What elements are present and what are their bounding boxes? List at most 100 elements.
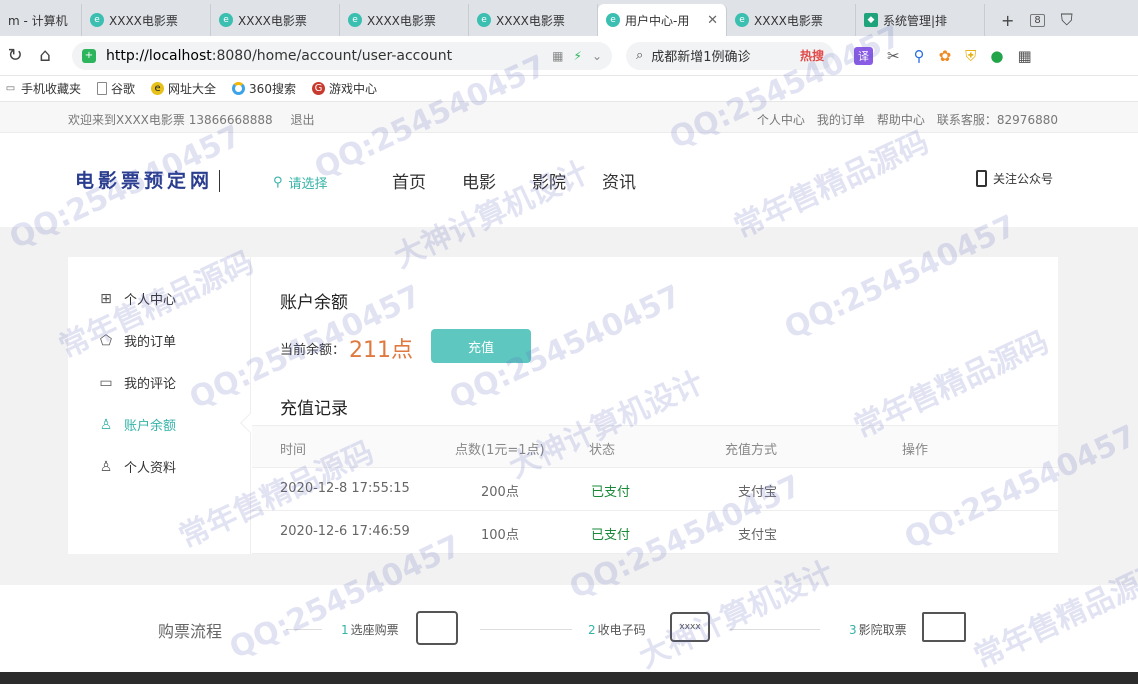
url-text[interactable]: http://localhost:8080/home/account/user-…: [106, 48, 542, 64]
site-logo[interactable]: 电影票预定网: [75, 170, 221, 192]
chevron-down-icon[interactable]: ⌄: [592, 49, 602, 63]
table-header: 时间 点数(1元=1点) 状态 充值方式 操作: [252, 425, 1058, 468]
bookmark-label: 谷歌: [111, 82, 136, 96]
shield-coin-icon[interactable]: ⛨: [965, 47, 976, 65]
seat-icon: [416, 611, 458, 645]
location-pin-icon: ⚲: [273, 175, 283, 190]
tab-count[interactable]: 8: [1030, 13, 1045, 27]
browser-tab[interactable]: m - 计算机: [0, 4, 82, 36]
sidebar-item-comments[interactable]: ▭ 我的评论: [98, 373, 176, 393]
bookmark-item[interactable]: 谷歌: [97, 80, 135, 97]
row-points: 100点: [481, 528, 519, 543]
site-favicon-icon: e: [606, 13, 620, 27]
apps-grid-icon[interactable]: ▦: [1018, 47, 1032, 65]
new-tab-icon[interactable]: +: [1001, 11, 1014, 30]
shirt-icon[interactable]: ⛉: [1061, 10, 1073, 30]
nav-home[interactable]: 首页: [392, 168, 426, 193]
search-suggestion[interactable]: 成都新增1例确诊: [651, 46, 750, 65]
recharge-button[interactable]: 充值: [431, 329, 531, 363]
game-icon: G: [311, 82, 325, 95]
sidebar-item-orders[interactable]: ⬠ 我的订单: [98, 331, 177, 351]
welcome-text: 欢迎来到XXXX电影票 13866668888: [68, 113, 273, 127]
gamepad-icon[interactable]: ✿: [939, 47, 952, 65]
e-code-icon: xxxx: [670, 612, 710, 642]
balance-amount: 211点: [349, 338, 414, 363]
col-time: 时间: [280, 443, 307, 458]
wallet-icon: ♙: [99, 416, 113, 433]
refresh-icon[interactable]: ↻: [0, 45, 30, 66]
top-link-help[interactable]: 帮助中心: [877, 111, 925, 128]
top-link-service: 联系客服：82976880: [936, 113, 1058, 127]
row-status: 已支付: [591, 485, 631, 500]
tab-tools: + 8 ⛉: [985, 10, 1073, 36]
search-icon: ⌕: [636, 48, 644, 63]
balance-panel: 账户余额 当前余额： 211点 充值 充值记录 时间 点数(1元=1点) 状态 …: [252, 257, 1058, 554]
browser-tab-active[interactable]: e 用户中心-用 ✕: [598, 4, 727, 36]
url-bar[interactable]: + http://localhost:8080/home/account/use…: [72, 41, 612, 70]
browser-tab[interactable]: e XXXX电影票: [469, 4, 598, 36]
tab-label: 用户中心-用: [625, 13, 690, 28]
scissors-icon[interactable]: ✂: [887, 47, 900, 65]
tab-label: XXXX电影票: [109, 13, 178, 28]
row-points: 200点: [481, 485, 519, 500]
row-method: 支付宝: [738, 485, 778, 500]
bookmark-item[interactable]: 360搜索: [232, 80, 296, 97]
top-link-user-center[interactable]: 个人中心: [757, 111, 805, 128]
col-action: 操作: [902, 443, 929, 458]
secure-shield-icon: +: [82, 48, 96, 63]
grid-icon: ⊞: [100, 290, 112, 307]
lightning-icon[interactable]: ⚡: [574, 49, 582, 63]
tab-label: XXXX电影票: [496, 13, 565, 28]
browser-tab[interactable]: e XXXX电影票: [211, 4, 340, 36]
360-icon: [232, 82, 246, 95]
nav-movies[interactable]: 电影: [462, 168, 496, 193]
account-content-card: ⊞ 个人中心 ⬠ 我的订单 ▭ 我的评论 ♙ 账户余额 ♙ 个人资料 账户余额 …: [68, 257, 1058, 554]
sidebar-item-profile[interactable]: ♙ 个人资料: [98, 457, 176, 477]
extension-icons: 译 ✂ ⚲ ✿ ⛨ ● ▦: [854, 46, 1032, 65]
sidebar-item-user-center[interactable]: ⊞ 个人中心: [98, 289, 176, 309]
system-favicon-icon: ◆: [864, 13, 878, 27]
flow-title: 购票流程: [158, 622, 223, 641]
nav-cinemas[interactable]: 影院: [532, 168, 566, 193]
flow-divider: [480, 629, 572, 630]
browser-tab[interactable]: ◆ 系统管理|排: [856, 4, 985, 36]
browser-tab[interactable]: e XXXX电影票: [82, 4, 211, 36]
browser-tab[interactable]: e XXXX电影票: [727, 4, 856, 36]
top-link-orders[interactable]: 我的订单: [817, 111, 865, 128]
home-icon[interactable]: ⌂: [30, 45, 60, 66]
follow-wechat[interactable]: 关注公众号: [976, 170, 1053, 187]
green-circle-icon[interactable]: ●: [990, 47, 1003, 65]
tab-label: m - 计算机: [8, 13, 68, 28]
qr-grid-icon[interactable]: ▦: [552, 49, 563, 63]
recharge-records-table: 时间 点数(1元=1点) 状态 充值方式 操作 2020-12-8 17:55:…: [252, 425, 1058, 554]
city-selector[interactable]: ⚲ 请选择: [273, 173, 328, 192]
flow-step-3: 3 影院取票: [849, 623, 907, 637]
translate-icon[interactable]: 译: [854, 46, 873, 65]
tab-close-icon[interactable]: ✕: [707, 13, 718, 28]
hot-search-badge[interactable]: 热搜: [800, 47, 824, 64]
sidebar-item-label: 我的订单: [124, 335, 177, 350]
user-sidebar: ⊞ 个人中心 ⬠ 我的订单 ▭ 我的评论 ♙ 账户余额 ♙ 个人资料: [68, 257, 251, 554]
bookmark-item[interactable]: e 网址大全: [151, 80, 216, 97]
site-favicon-icon: e: [735, 13, 749, 27]
address-toolbar: ↻ ⌂ + http://localhost:8080/home/account…: [0, 36, 1138, 76]
site-favicon-icon: e: [348, 13, 362, 27]
col-points: 点数(1元=1点): [455, 443, 545, 458]
bookmark-label: 网址大全: [168, 82, 217, 96]
bookmarks-bar: ▭ 手机收藏夹 谷歌 e 网址大全 360搜索 G 游戏中心: [0, 76, 1138, 102]
table-row: 2020-12-8 17:55:15 200点 已支付 支付宝: [252, 468, 1058, 511]
sidebar-item-balance[interactable]: ♙ 账户余额: [98, 415, 177, 435]
balance-label: 当前余额：: [280, 342, 346, 358]
bookmark-item[interactable]: ▭ 手机收藏夹: [4, 80, 81, 97]
browser-tab-bar: m - 计算机 e XXXX电影票 e XXXX电影票 e XXXX电影票 e XXXX…: [0, 0, 1138, 36]
bookmark-label: 手机收藏夹: [21, 82, 82, 96]
folder-icon: ▭: [5, 83, 16, 94]
browser-search-box[interactable]: ⌕ 成都新增1例确诊 热搜: [626, 41, 834, 70]
browser-tab[interactable]: e XXXX电影票: [340, 4, 469, 36]
magnifier-icon[interactable]: ⚲: [914, 47, 925, 65]
nav-news[interactable]: 资讯: [602, 168, 636, 193]
records-title: 充值记录: [280, 399, 348, 419]
bookmark-item[interactable]: G 游戏中心: [311, 80, 377, 97]
sidebar-item-label: 账户余额: [124, 419, 177, 434]
logout-link[interactable]: 退出: [291, 113, 315, 127]
